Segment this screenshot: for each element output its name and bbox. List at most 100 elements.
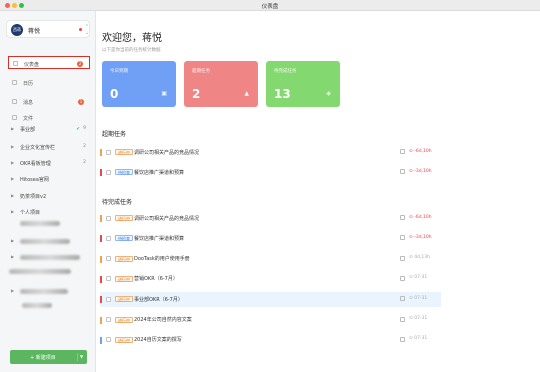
due-date: ⊙ 07-31 xyxy=(409,336,428,342)
task-checkbox[interactable] xyxy=(106,256,111,262)
task-checkbox[interactable] xyxy=(106,169,111,175)
calendar-icon xyxy=(12,80,17,85)
task-title[interactable]: DooTask的用户使用手册 xyxy=(134,255,190,262)
sidebar: 西蒋 蒋悦 ⌃ ⌄ 仪表盘 2 日历消息 1 文件 ▶ 事业部 ✔ 9 ▶ 企业文化宣传栏 2 ▶ OKR… xyxy=(0,11,96,372)
subtask-icon xyxy=(400,275,405,281)
file-icon xyxy=(12,115,17,120)
sidebar-item-label: 消息 xyxy=(23,99,34,106)
sidebar-project-blurred[interactable]: ▶ xyxy=(11,237,91,246)
priority-bar xyxy=(100,336,102,344)
expand-arrow-icon: ▶ xyxy=(11,254,15,259)
task-row[interactable]: 进行中 2024年公司自然内容文案 ⊙ 07-31 xyxy=(100,313,441,328)
task-title[interactable]: 餐饮店推广渠道和预算 xyxy=(134,169,184,176)
stat-card-due-today[interactable]: 今日到期 0 ▣ xyxy=(102,61,176,107)
subtask-icon xyxy=(400,296,405,302)
project-label: Hitosea官网 xyxy=(20,177,49,183)
avatar: 西蒋 xyxy=(11,24,23,36)
task-row[interactable]: 进行中 2024自历文案的撰写 ⊙ 07-31 xyxy=(100,333,441,348)
section-title-pending: 待完成任务 xyxy=(102,199,133,206)
expand-arrow-icon[interactable]: ▶ xyxy=(11,193,14,198)
task-row[interactable]: 待检查 餐饮店推广渠道和预算 ⊙ -3d,10h xyxy=(100,165,441,180)
task-title[interactable]: 事业部OKR（6-7月） xyxy=(134,296,183,303)
unread-badge: 1 xyxy=(78,98,84,105)
stat-value: 2 xyxy=(192,87,201,101)
sidebar-item-2[interactable]: 消息 1 xyxy=(8,95,90,108)
project-count: 9 xyxy=(83,126,86,131)
task-title[interactable]: 餐饮店推广渠道和预算 xyxy=(134,235,184,242)
task-row[interactable]: 进行中 DooTask的用户使用手册 ⊙ 4d,13h xyxy=(100,252,441,267)
user-switcher[interactable]: 西蒋 蒋悦 ⌃ ⌄ xyxy=(6,20,90,38)
task-row[interactable]: 进行中 调研公司相关产品的竞品情况 ⊙ -6d,10h xyxy=(100,211,441,226)
sidebar-project[interactable]: ▶ 事业部 ✔ 9 xyxy=(11,125,91,134)
bell-icon: ▲ xyxy=(244,90,249,97)
expand-arrow-icon[interactable]: ▶ xyxy=(11,144,14,149)
sidebar-item-0[interactable]: 仪表盘 2 xyxy=(8,56,90,69)
due-date: ⊙ -6d,10h xyxy=(409,214,432,220)
project-label: OKR看板管理 xyxy=(20,161,51,167)
task-checkbox[interactable] xyxy=(106,317,111,322)
project-label: 企业文化宣传栏 xyxy=(20,145,56,151)
status-badge: 进行中 xyxy=(115,215,133,221)
window-title: 仪表盘 xyxy=(261,4,279,10)
check-icon: ✔ xyxy=(76,126,80,132)
priority-bar xyxy=(100,169,102,176)
expand-arrow-icon: ▶ xyxy=(11,288,15,293)
task-title[interactable]: 调研公司相关产品的竞品情况 xyxy=(134,149,199,156)
task-row[interactable]: 进行中 营销OKR（6-7月） ⊙ 07-31 xyxy=(100,272,441,287)
sidebar-item-3[interactable]: 文件 xyxy=(8,111,90,124)
subtask-icon xyxy=(400,215,405,220)
task-checkbox[interactable] xyxy=(106,149,111,155)
sidebar-project[interactable]: ▶ OKR看板管理 2 xyxy=(11,159,91,168)
status-badge: 待检查 xyxy=(115,235,133,242)
status-badge: 进行中 xyxy=(115,336,133,343)
priority-bar xyxy=(100,296,102,304)
sidebar-item-label: 日历 xyxy=(23,80,34,87)
blurred-project[interactable] xyxy=(20,221,60,226)
new-project-button[interactable]: + 新建项目 ▼ xyxy=(10,350,87,364)
due-date: ⊙ 07-31 xyxy=(409,295,428,301)
task-checkbox[interactable] xyxy=(106,215,111,221)
expand-arrow-icon: ▶ xyxy=(11,238,15,243)
due-date: ⊙ 07-31 xyxy=(409,275,428,281)
updown-chevron-icon[interactable]: ⌃ ⌄ xyxy=(85,24,89,36)
due-date: ⊙ -6d,10h xyxy=(409,148,432,154)
expand-arrow-icon[interactable]: ▶ xyxy=(11,160,14,165)
project-label: 事业部 xyxy=(20,127,36,133)
status-dot xyxy=(79,28,82,31)
sidebar-project[interactable]: ▶ 奶茶项目v2 xyxy=(11,192,91,201)
priority-bar xyxy=(100,316,102,324)
status-badge: 进行中 xyxy=(115,275,133,282)
task-title[interactable]: 营销OKR（6-7月） xyxy=(134,275,178,282)
project-count: 2 xyxy=(83,144,86,149)
priority-bar xyxy=(100,235,102,243)
blurred-project[interactable] xyxy=(22,303,52,308)
sidebar-project-blurred[interactable]: ▶ xyxy=(11,253,91,262)
chevron-down-icon[interactable]: ▼ xyxy=(80,354,83,359)
expand-arrow-icon[interactable]: ▶ xyxy=(11,209,14,214)
task-title[interactable]: 调研公司相关产品的竞品情况 xyxy=(134,215,199,222)
stat-value: 13 xyxy=(274,87,291,101)
stat-card-pending[interactable]: 待完成任务 13 ◈ xyxy=(266,61,340,107)
task-row[interactable]: 待检查 餐饮店推广渠道和预算 ⊙ -3d,10h xyxy=(100,231,441,246)
sidebar-project[interactable]: ▶ 个人项目 xyxy=(11,208,91,217)
sidebar-project-blurred[interactable]: ▶ xyxy=(11,287,91,296)
user-name: 蒋悦 xyxy=(28,27,41,35)
expand-arrow-icon[interactable]: ▶ xyxy=(11,176,14,181)
sidebar-project[interactable]: ▶ 企业文化宣传栏 2 xyxy=(11,143,91,152)
task-checkbox[interactable] xyxy=(106,337,111,343)
priority-bar xyxy=(100,275,102,283)
stat-card-overdue[interactable]: 超期任务 2 ▲ xyxy=(184,61,258,107)
task-checkbox[interactable] xyxy=(106,276,111,282)
task-row[interactable]: 进行中 事业部OKR（6-7月） ⊙ 07-31 xyxy=(100,292,441,308)
blurred-project[interactable] xyxy=(9,269,71,274)
task-title[interactable]: 2024年公司自然内容文案 xyxy=(134,316,192,323)
unread-badge: 2 xyxy=(77,60,83,67)
task-checkbox[interactable] xyxy=(106,235,111,241)
due-date: ⊙ -3d,10h xyxy=(409,168,432,174)
task-checkbox[interactable] xyxy=(106,296,111,302)
task-title[interactable]: 2024自历文案的撰写 xyxy=(134,336,182,343)
sidebar-project[interactable]: ▶ Hitosea官网 xyxy=(11,175,91,184)
sidebar-item-1[interactable]: 日历 xyxy=(8,76,90,89)
task-row[interactable]: 进行中 调研公司相关产品的竞品情况 ⊙ -6d,10h xyxy=(100,145,441,160)
expand-arrow-icon[interactable]: ▶ xyxy=(11,126,14,131)
